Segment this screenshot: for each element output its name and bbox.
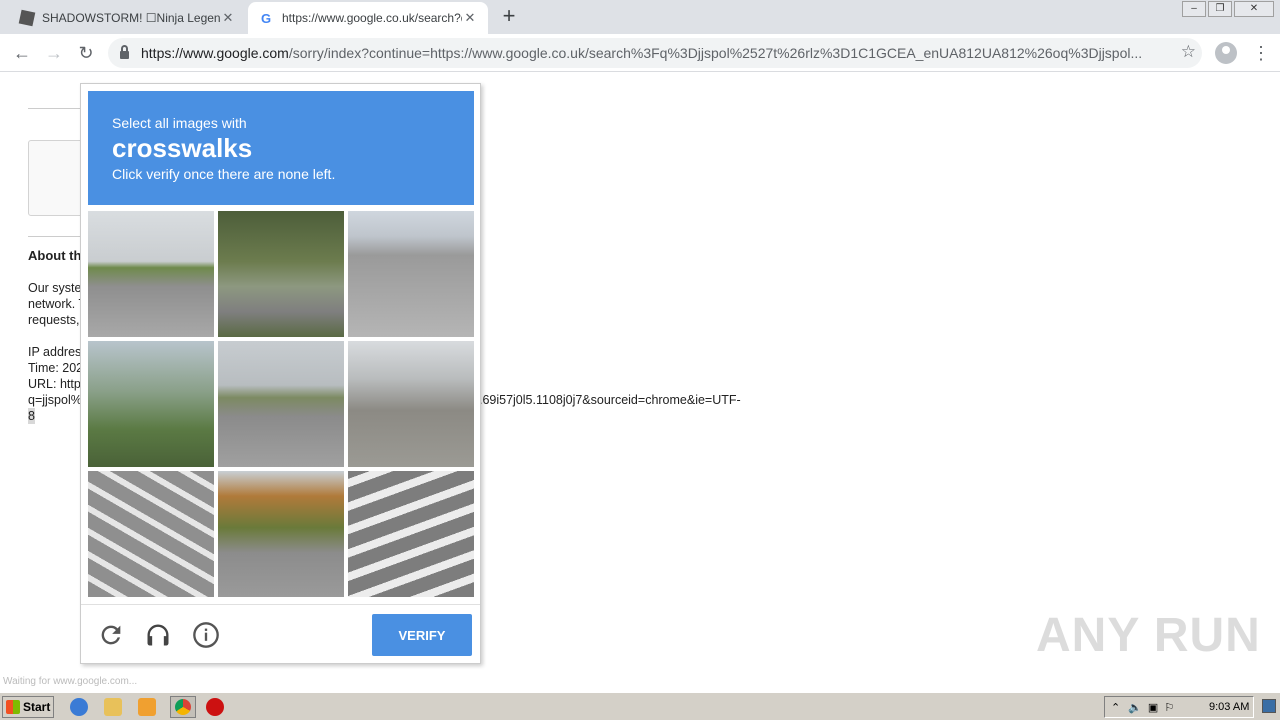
chrome-taskbar-button[interactable] — [170, 696, 196, 718]
roblox-icon — [18, 9, 36, 27]
browser-toolbar: ← → ↻ https://www.google.com/sorry/index… — [0, 34, 1280, 72]
status-bar-text: Waiting for www.google.com... — [3, 676, 138, 687]
image-grid — [88, 211, 474, 597]
google-icon: G — [260, 10, 272, 26]
media-player-icon[interactable] — [138, 698, 156, 716]
clock: 9:03 AM — [1209, 701, 1250, 713]
menu-icon[interactable]: ⋮ — [1252, 41, 1270, 65]
tab-roblox[interactable]: SHADOWSTORM! ☐Ninja Legends - R ✕ — [10, 2, 246, 34]
challenge-footer: VERIFY — [81, 604, 480, 664]
profile-avatar-icon[interactable] — [1215, 42, 1237, 64]
tab-title: https://www.google.co.uk/search?q — [282, 11, 462, 25]
lock-icon — [120, 45, 129, 59]
challenge-keyword: crosswalks — [112, 133, 253, 163]
image-tile[interactable] — [88, 341, 214, 467]
maximize-button[interactable]: ❐ — [1208, 1, 1232, 17]
forward-button[interactable]: → — [42, 41, 66, 65]
image-tile[interactable] — [218, 471, 344, 597]
url-text: https://www.google.com/sorry/index?conti… — [141, 45, 1143, 61]
close-window-button[interactable]: ✕ — [1234, 1, 1274, 17]
close-icon[interactable]: ✕ — [220, 10, 236, 26]
recaptcha-challenge: Select all images with crosswalks Click … — [80, 83, 481, 664]
close-icon[interactable]: ✕ — [462, 10, 478, 26]
minimize-button[interactable]: – — [1182, 1, 1206, 17]
challenge-header: Select all images with crosswalks Click … — [88, 91, 474, 205]
audio-challenge-icon[interactable] — [144, 621, 172, 649]
image-tile[interactable] — [348, 211, 474, 337]
volume-icon[interactable]: 🔈 — [1128, 701, 1142, 714]
internet-explorer-icon[interactable] — [70, 698, 88, 716]
image-tile[interactable] — [348, 471, 474, 597]
chrome-icon — [175, 699, 191, 715]
anyrun-watermark: ANY RUN — [1036, 609, 1261, 662]
info-icon[interactable] — [192, 621, 220, 649]
window-controls: – ❐ ✕ — [1182, 1, 1274, 17]
verify-button[interactable]: VERIFY — [372, 614, 472, 656]
challenge-instruction: Select all images with — [112, 115, 247, 131]
new-tab-button[interactable]: + — [498, 5, 520, 27]
windows-taskbar: Start ⌃ 🔈 ▣ ⚐ 9:03 AM — [0, 692, 1280, 720]
image-tile[interactable] — [88, 471, 214, 597]
image-tile[interactable] — [348, 341, 474, 467]
challenge-hint: Click verify once there are none left. — [112, 166, 336, 182]
start-button[interactable]: Start — [2, 696, 54, 718]
file-explorer-icon[interactable] — [104, 698, 122, 716]
windows-logo-icon — [6, 700, 20, 714]
tab-google-search[interactable]: G https://www.google.co.uk/search?q ✕ — [248, 2, 488, 34]
reload-challenge-icon[interactable] — [97, 621, 125, 649]
image-tile[interactable] — [218, 211, 344, 337]
tab-title: SHADOWSTORM! ☐Ninja Legends - R — [42, 11, 220, 25]
image-tile[interactable] — [218, 341, 344, 467]
address-bar[interactable]: https://www.google.com/sorry/index?conti… — [108, 38, 1202, 68]
reload-button[interactable]: ↻ — [74, 41, 98, 65]
opera-icon[interactable] — [206, 698, 224, 716]
back-button[interactable]: ← — [10, 41, 34, 65]
image-tile[interactable] — [88, 211, 214, 337]
tab-strip: SHADOWSTORM! ☐Ninja Legends - R ✕ G http… — [0, 0, 1280, 34]
show-desktop-icon[interactable] — [1262, 699, 1276, 713]
tray-expand-icon[interactable]: ⌃ — [1111, 701, 1120, 714]
bookmark-star-icon[interactable]: ☆ — [1181, 42, 1196, 62]
flag-icon[interactable]: ⚐ — [1164, 701, 1174, 714]
network-icon[interactable]: ▣ — [1148, 701, 1158, 714]
